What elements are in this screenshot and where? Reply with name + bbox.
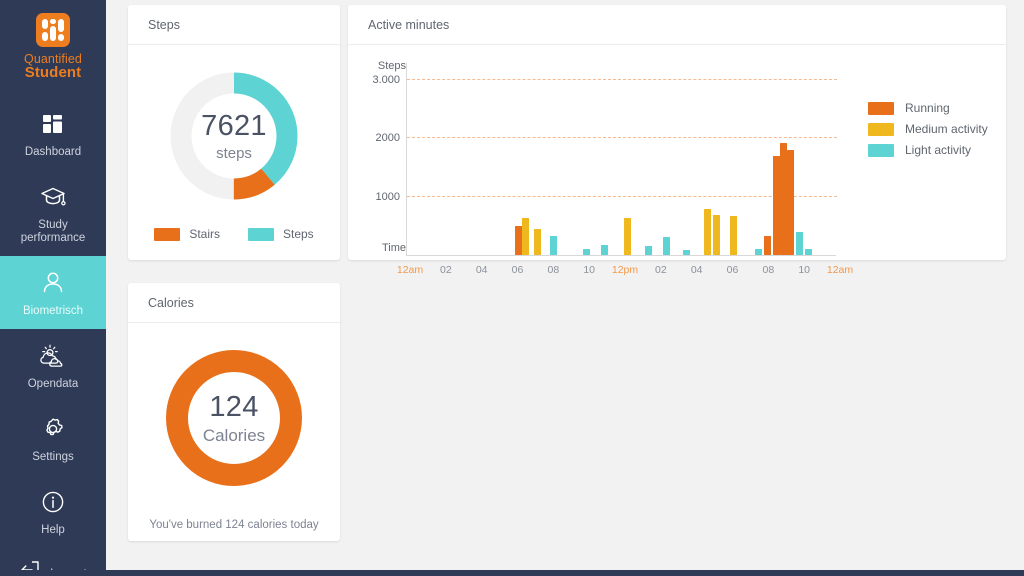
steps-donut-area: 7621 steps Stairs Steps: [128, 45, 340, 241]
chart-bar[interactable]: [583, 249, 590, 255]
app-root: Quantified Student Dashboard: [0, 0, 1024, 576]
x-tick-label: 06: [727, 264, 739, 276]
chart-bar[interactable]: [704, 209, 711, 255]
legend-swatch-stairs: [154, 228, 180, 241]
grid-icon: [41, 109, 65, 139]
calories-note: You've burned 124 calories today: [149, 519, 318, 531]
chart-bar[interactable]: [764, 236, 771, 255]
chart-legend-swatch: [868, 102, 894, 115]
chart-bar[interactable]: [522, 218, 529, 255]
legend-item-stairs[interactable]: Stairs: [154, 227, 220, 241]
chart-legend: Running Medium activity Light activity: [868, 101, 988, 157]
legend-label-steps: Steps: [283, 227, 314, 241]
sidebar-item-settings[interactable]: Settings: [0, 402, 106, 475]
chart-legend-item[interactable]: Light activity: [868, 143, 988, 157]
x-tick-label: 04: [691, 264, 703, 276]
chart-bar[interactable]: [773, 156, 780, 255]
sidebar-item-label: Studyperformance: [21, 219, 86, 245]
sidebar-item-label: Settings: [32, 451, 74, 464]
chart-plot-area: [406, 63, 836, 256]
sidebar-item-study-performance[interactable]: Studyperformance: [0, 170, 106, 256]
sidebar-item-biometrisch[interactable]: Biometrisch: [0, 256, 106, 329]
steps-donut-chart[interactable]: 7621 steps: [165, 67, 303, 205]
x-tick-label: 10: [583, 264, 595, 276]
info-circle-icon: [40, 487, 66, 517]
calories-card-header: Calories: [128, 283, 340, 323]
chart-bar[interactable]: [780, 143, 787, 255]
y-tick-label: 1000: [348, 191, 400, 203]
chart-legend-item[interactable]: Running: [868, 101, 988, 115]
active-minutes-card-header: Active minutes: [348, 5, 1006, 45]
x-tick-label: 06: [512, 264, 524, 276]
chart-bar[interactable]: [534, 229, 541, 255]
x-axis-title: Time: [354, 242, 406, 254]
chart-bar[interactable]: [713, 215, 720, 255]
y-axis-title: Steps: [354, 60, 406, 72]
user-icon: [40, 268, 66, 298]
steps-legend: Stairs Steps: [154, 227, 313, 241]
chart-legend-swatch: [868, 123, 894, 136]
bottom-strip: [0, 570, 1024, 576]
calories-card-title: Calories: [148, 296, 194, 310]
steps-card-header: Steps: [128, 5, 340, 45]
sidebar-item-label: Dashboard: [25, 146, 81, 159]
chart-bar[interactable]: [805, 249, 812, 255]
chart-legend-label: Light activity: [905, 143, 971, 157]
sidebar-nav: Dashboard Studyperformance: [0, 97, 106, 576]
x-tick-label: 12am: [827, 264, 853, 276]
legend-label-stairs: Stairs: [189, 227, 220, 241]
chart-bar[interactable]: [755, 249, 762, 255]
calories-donut-chart[interactable]: 124 Calories: [161, 345, 307, 491]
sidebar-item-dashboard[interactable]: Dashboard: [0, 97, 106, 170]
chart-legend-swatch: [868, 144, 894, 157]
steps-card-title: Steps: [148, 18, 180, 32]
chart-bar[interactable]: [787, 150, 794, 255]
chart-bar[interactable]: [645, 246, 652, 255]
active-minutes-card: Active minutes Steps Time 3.00020001000 …: [348, 5, 1006, 260]
x-tick-label: 12am: [397, 264, 423, 276]
calories-donut-area: 124 Calories You've burned 124 calories …: [128, 323, 340, 531]
chart-bar[interactable]: [683, 250, 690, 255]
gear-icon: [40, 414, 66, 444]
chart-bar[interactable]: [550, 236, 557, 255]
brand-logo[interactable]: Quantified Student: [24, 13, 82, 81]
chart-bars: [407, 62, 837, 255]
chart-bar[interactable]: [796, 232, 803, 255]
graduation-cap-icon: [39, 182, 67, 212]
quantified-student-logo-icon: [36, 13, 70, 47]
x-tick-label: 04: [476, 264, 488, 276]
steps-card: Steps 7621 steps Stairs: [128, 5, 340, 260]
chart-bar[interactable]: [730, 216, 737, 255]
chart-bar[interactable]: [601, 245, 608, 255]
sidebar-item-help[interactable]: Help: [0, 475, 106, 548]
legend-swatch-steps: [248, 228, 274, 241]
y-tick-label: 2000: [348, 132, 400, 144]
active-minutes-chart[interactable]: Steps Time 3.00020001000 12am02040608101…: [348, 45, 1006, 259]
weather-cloud-sun-icon: [38, 341, 68, 371]
chart-legend-label: Running: [905, 101, 950, 115]
chart-legend-item[interactable]: Medium activity: [868, 122, 988, 136]
chart-legend-label: Medium activity: [905, 122, 988, 136]
x-tick-label: 08: [762, 264, 774, 276]
legend-item-steps[interactable]: Steps: [248, 227, 314, 241]
x-tick-label: 12pm: [612, 264, 638, 276]
x-tick-label: 02: [655, 264, 667, 276]
x-tick-label: 08: [547, 264, 559, 276]
sidebar-item-label: Opendata: [28, 378, 79, 391]
sidebar-item-label: Help: [41, 524, 65, 537]
sidebar-item-label: Biometrisch: [23, 305, 83, 318]
brand-line2: Student: [25, 64, 82, 81]
sidebar: Quantified Student Dashboard: [0, 0, 106, 570]
chart-bar[interactable]: [624, 218, 631, 255]
calories-card: Calories 124 Calories You've burned 124 …: [128, 283, 340, 541]
sidebar-item-opendata[interactable]: Opendata: [0, 329, 106, 402]
x-tick-label: 10: [798, 264, 810, 276]
chart-bar[interactable]: [515, 226, 522, 255]
active-minutes-card-title: Active minutes: [368, 18, 449, 32]
y-tick-label: 3.000: [348, 74, 400, 86]
x-tick-label: 02: [440, 264, 452, 276]
chart-bar[interactable]: [663, 237, 670, 255]
